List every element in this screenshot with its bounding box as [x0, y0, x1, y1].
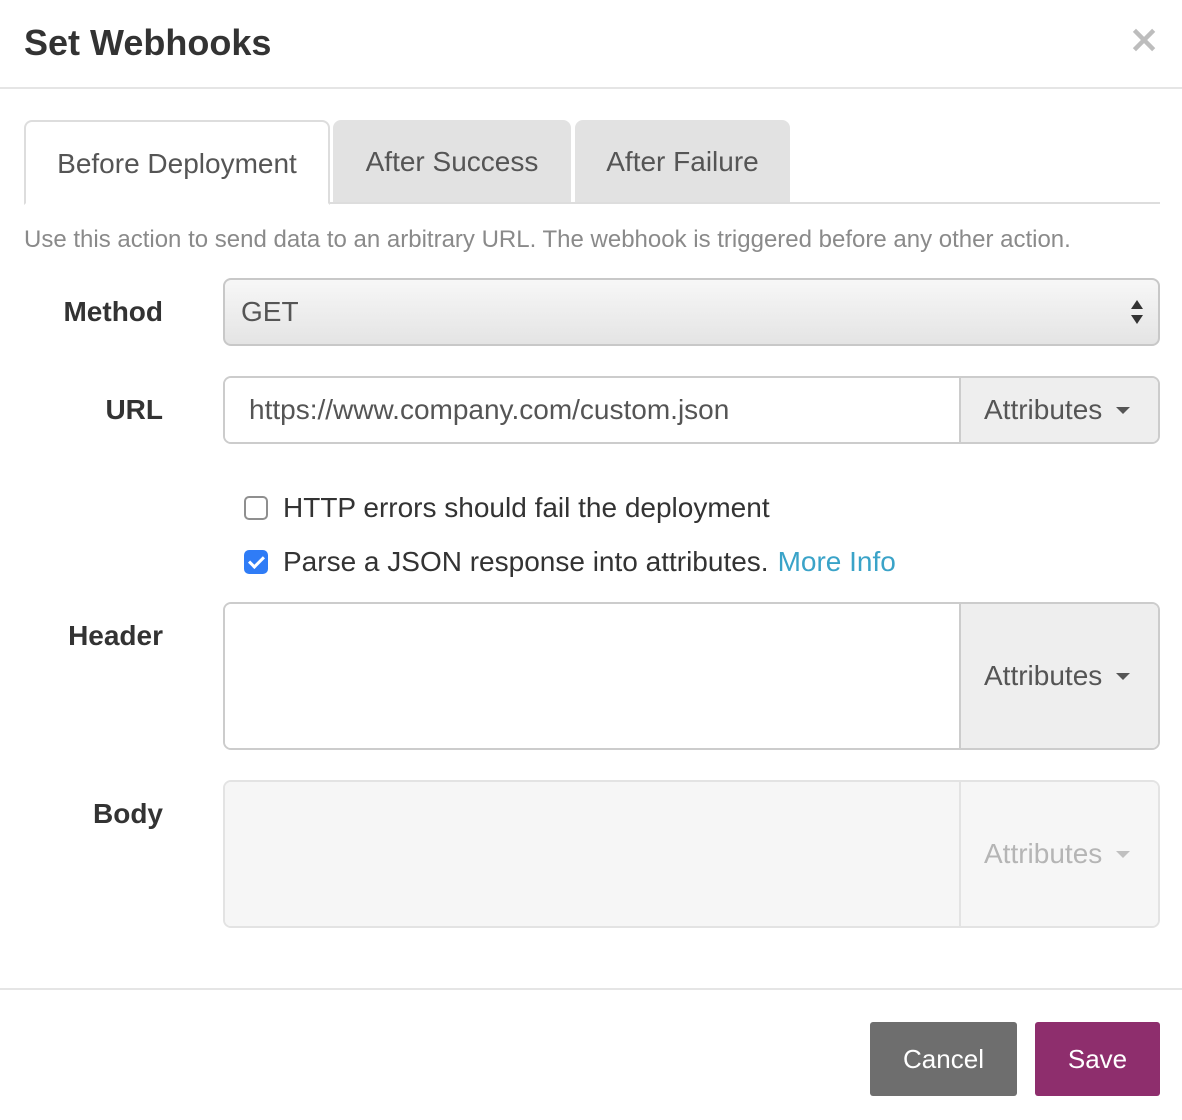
parse-json-option[interactable]: Parse a JSON response into attributes. M…	[244, 546, 896, 578]
caret-down-icon	[1116, 850, 1131, 858]
webhook-tabs: Before Deployment After Success After Fa…	[24, 120, 1160, 205]
method-label: Method	[63, 296, 163, 327]
url-attributes-label: Attributes	[984, 394, 1103, 425]
tab-after-failure[interactable]: After Failure	[575, 120, 790, 202]
body-attributes-button: Attributes	[959, 782, 1158, 926]
more-info-link[interactable]: More Info	[778, 546, 896, 578]
modal-title: Set Webhooks	[24, 22, 272, 63]
method-select[interactable]: GET	[223, 278, 1160, 346]
save-button[interactable]: Save	[1035, 1022, 1160, 1096]
caret-down-icon	[1116, 672, 1131, 680]
header-attributes-label: Attributes	[984, 660, 1103, 691]
http-errors-label: HTTP errors should fail the deployment	[283, 492, 770, 523]
select-arrows-icon	[1131, 300, 1143, 324]
tab-after-success[interactable]: After Success	[333, 120, 571, 202]
parse-json-checkbox[interactable]	[244, 550, 268, 574]
header-label: Header	[68, 620, 163, 651]
url-label: URL	[105, 394, 163, 425]
http-errors-checkbox[interactable]	[244, 496, 268, 520]
parse-json-label: Parse a JSON response into attributes.	[283, 546, 769, 577]
url-input[interactable]	[225, 378, 959, 442]
close-icon[interactable]: ×	[1128, 20, 1160, 58]
tab-before-deployment[interactable]: Before Deployment	[24, 120, 330, 205]
modal-header: Set Webhooks ×	[0, 0, 1182, 89]
http-errors-option[interactable]: HTTP errors should fail the deployment	[244, 492, 770, 523]
method-selected-value: GET	[241, 296, 299, 327]
modal-footer: Cancel Save	[0, 988, 1182, 1120]
body-label: Body	[93, 798, 163, 829]
body-attributes-label: Attributes	[984, 838, 1103, 869]
url-input-group: Attributes	[223, 376, 1160, 444]
header-textarea[interactable]	[225, 604, 959, 748]
body-textarea	[225, 782, 959, 926]
header-attributes-button[interactable]: Attributes	[959, 604, 1158, 748]
header-input-group: Attributes	[223, 602, 1160, 750]
help-text: Use this action to send data to an arbit…	[24, 226, 1071, 253]
caret-down-icon	[1116, 406, 1131, 414]
url-attributes-button[interactable]: Attributes	[959, 378, 1158, 442]
cancel-button[interactable]: Cancel	[870, 1022, 1017, 1096]
body-input-group: Attributes	[223, 780, 1160, 928]
